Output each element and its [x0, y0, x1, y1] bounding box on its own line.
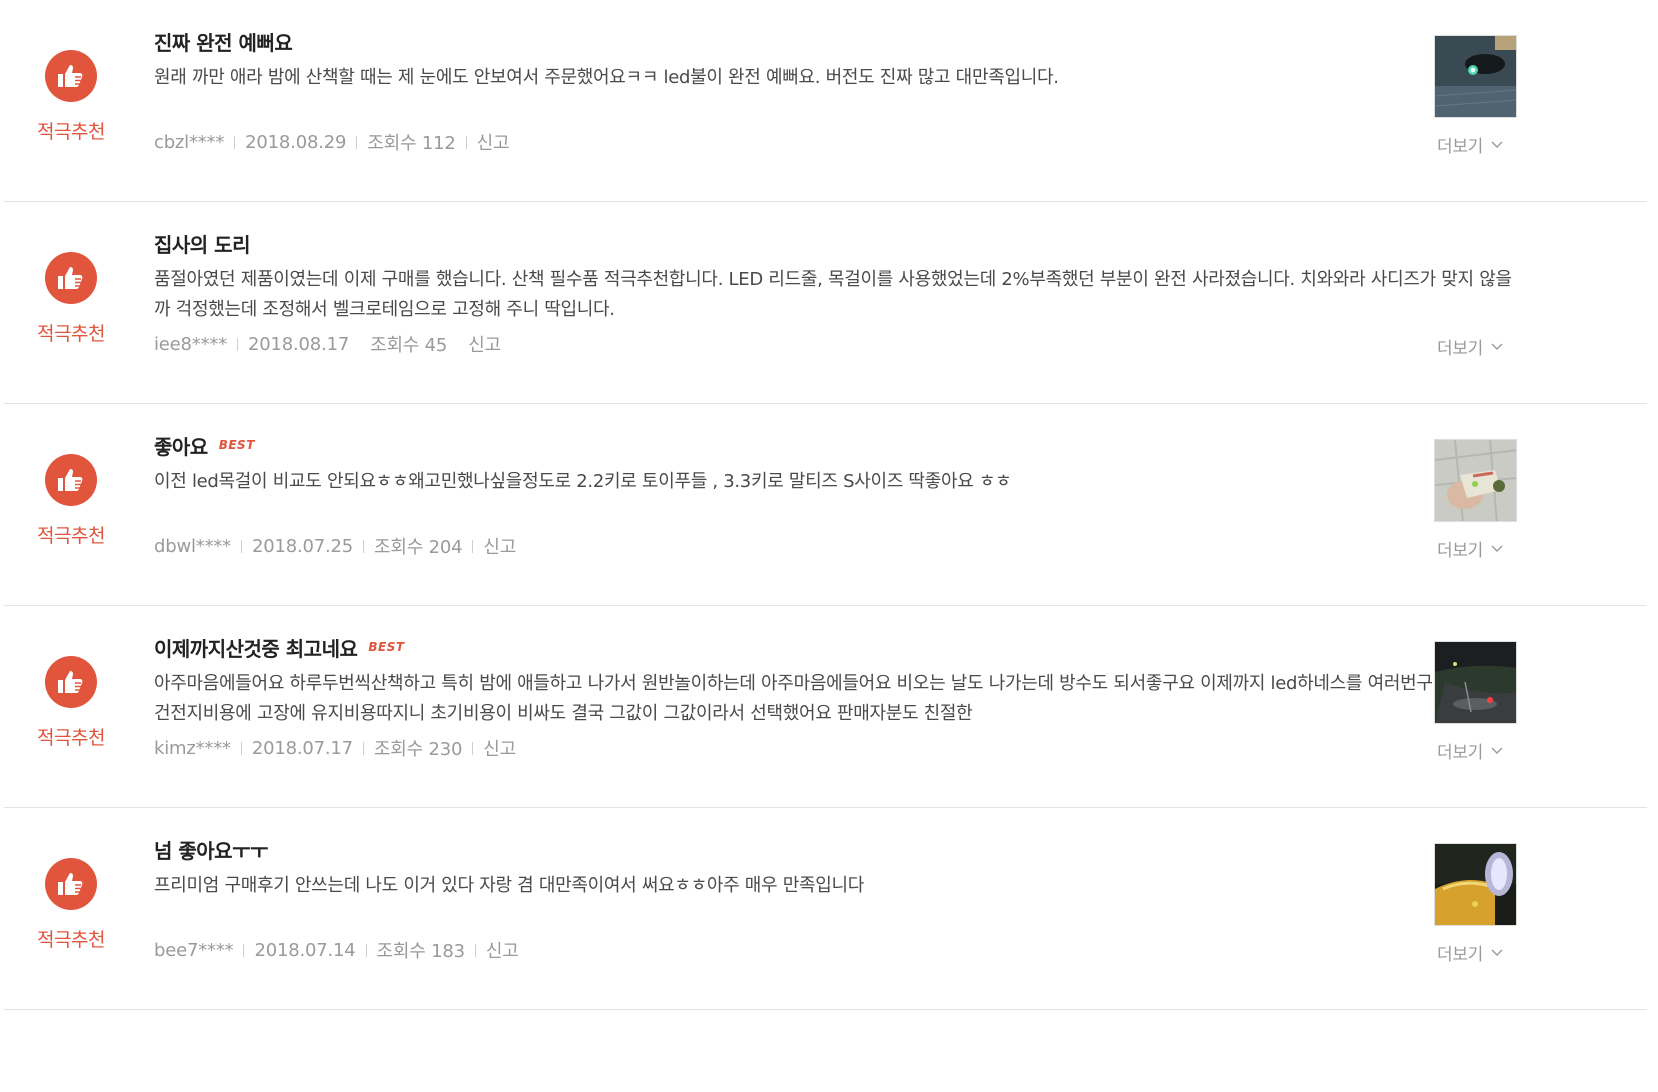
divider [365, 943, 367, 957]
review-title[interactable]: 집사의 도리 [154, 229, 250, 258]
review-meta: dbwl**** 2018.07.25 조회수 204 신고 [154, 531, 1514, 561]
reviewer-id: kimz**** [154, 737, 231, 759]
divider [237, 337, 239, 351]
review-meta: iee8**** 2018.08.17 조회수 45 신고 [154, 329, 1514, 359]
divider [472, 539, 474, 553]
recommend-badge: 적극추천 [36, 50, 106, 144]
thumbs-up-icon [45, 252, 97, 304]
review-date: 2018.08.29 [245, 131, 347, 153]
review-body[interactable]: 품절아였던 제품이였는데 이제 구매를 했습니다. 산책 필수품 적극추천합니다… [154, 265, 1514, 325]
report-link[interactable]: 신고 [483, 735, 516, 761]
review-meta: kimz**** 2018.07.17 조회수 230 신고 [154, 733, 1514, 763]
review-date: 2018.07.17 [251, 737, 353, 759]
badge-label: 적극추천 [37, 525, 105, 547]
view-count: 조회수 230 [373, 739, 463, 760]
more-label: 더보기 [1437, 541, 1484, 561]
review-content: 집사의 도리 품절아였던 제품이였는데 이제 구매를 했습니다. 산책 필수품 … [154, 228, 1514, 359]
more-button[interactable]: 더보기 [1437, 334, 1503, 359]
divider [356, 135, 358, 149]
review-photo-thumbnail[interactable] [1434, 439, 1517, 522]
review-item: 적극추천 좋아요 BEST 이전 led목걸이 비교도 안되요ㅎㅎ왜고민했나싶을… [4, 404, 1647, 606]
recommend-badge: 적극추천 [36, 858, 106, 952]
review-photo-thumbnail[interactable] [1434, 35, 1517, 118]
chevron-down-icon [1491, 747, 1503, 754]
review-photo-thumbnail[interactable] [1434, 843, 1517, 926]
review-title[interactable]: 진짜 완전 예뻐요 [154, 27, 293, 56]
review-item: 적극추천 진짜 완전 예뻐요 원래 까만 애라 밤에 산책할 때는 제 눈에도 … [4, 0, 1647, 202]
badge-label: 적극추천 [37, 323, 105, 345]
review-title[interactable]: 이제까지산것중 최고네요 [154, 633, 358, 662]
more-label: 더보기 [1437, 137, 1484, 157]
divider [465, 135, 467, 149]
chevron-down-icon [1491, 949, 1503, 956]
reviewer-id: iee8**** [154, 333, 228, 355]
chevron-down-icon [1491, 343, 1503, 350]
thumbs-up-icon [45, 50, 97, 102]
review-body[interactable]: 아주마음에들어요 하루두번씩산책하고 특히 밤에 애들하고 나가서 원반놀이하는… [154, 669, 1514, 729]
more-button[interactable]: 더보기 [1437, 940, 1503, 965]
review-photo-thumbnail[interactable] [1434, 641, 1517, 724]
view-count: 조회수 45 [370, 335, 448, 356]
divider [472, 741, 474, 755]
recommend-badge: 적극추천 [36, 656, 106, 750]
divider [363, 539, 365, 553]
divider [474, 943, 476, 957]
recommend-badge: 적극추천 [36, 454, 106, 548]
divider [243, 943, 245, 957]
chevron-down-icon [1491, 141, 1503, 148]
more-button[interactable]: 더보기 [1437, 536, 1503, 561]
review-meta: bee7**** 2018.07.14 조회수 183 신고 [154, 935, 1514, 965]
review-item: 적극추천 이제까지산것중 최고네요 BEST 아주마음에들어요 하루두번씩산책하… [4, 606, 1647, 808]
more-label: 더보기 [1437, 339, 1484, 359]
thumbs-up-icon [45, 858, 97, 910]
badge-label: 적극추천 [37, 929, 105, 951]
review-body[interactable]: 원래 까만 애라 밤에 산책할 때는 제 눈에도 안보여서 주문했어요ㅋㅋ le… [154, 63, 1514, 123]
report-link[interactable]: 신고 [468, 331, 501, 357]
more-button[interactable]: 더보기 [1437, 738, 1503, 763]
review-meta: cbzl**** 2018.08.29 조회수 112 신고 [154, 127, 1514, 157]
view-count: 조회수 204 [374, 537, 463, 558]
review-item: 적극추천 집사의 도리 품절아였던 제품이였는데 이제 구매를 했습니다. 산책… [4, 202, 1647, 404]
review-date: 2018.07.14 [254, 939, 356, 961]
review-date: 2018.07.25 [251, 535, 354, 557]
divider [240, 539, 242, 553]
best-badge: BEST [218, 438, 255, 452]
view-count: 조회수 112 [367, 133, 456, 154]
more-label: 더보기 [1437, 945, 1484, 965]
more-label: 더보기 [1437, 743, 1484, 763]
divider [240, 741, 242, 755]
chevron-down-icon [1491, 545, 1503, 552]
review-title[interactable]: 좋아요 [154, 431, 208, 460]
reviewer-id: cbzl**** [154, 131, 225, 153]
review-content: 이제까지산것중 최고네요 BEST 아주마음에들어요 하루두번씩산책하고 특히 … [154, 632, 1514, 763]
review-body[interactable]: 프리미엄 구매후기 안쓰는데 나도 이거 있다 자랑 겸 대만족이여서 써요ㅎㅎ… [154, 871, 1514, 931]
report-link[interactable]: 신고 [483, 533, 516, 559]
best-badge: BEST [368, 640, 405, 654]
recommend-badge: 적극추천 [36, 252, 106, 346]
report-link[interactable]: 신고 [477, 129, 510, 155]
review-item: 적극추천 넘 좋아요ㅜㅜ 프리미엄 구매후기 안쓰는데 나도 이거 있다 자랑 … [4, 808, 1647, 1010]
report-link[interactable]: 신고 [486, 937, 519, 963]
view-count: 조회수 183 [376, 941, 466, 962]
review-body[interactable]: 이전 led목걸이 비교도 안되요ㅎㅎ왜고민했나싶을정도로 2.2키로 토이푸들… [154, 467, 1514, 527]
thumbs-up-icon [45, 454, 97, 506]
review-content: 넘 좋아요ㅜㅜ 프리미엄 구매후기 안쓰는데 나도 이거 있다 자랑 겸 대만족… [154, 834, 1514, 965]
badge-label: 적극추천 [37, 121, 105, 143]
thumbs-up-icon [45, 656, 97, 708]
review-content: 진짜 완전 예뻐요 원래 까만 애라 밤에 산책할 때는 제 눈에도 안보여서 … [154, 26, 1514, 157]
badge-label: 적극추천 [37, 727, 105, 749]
divider [234, 135, 236, 149]
reviewer-id: dbwl**** [154, 535, 231, 557]
divider [362, 741, 364, 755]
reviewer-id: bee7**** [154, 939, 234, 961]
review-content: 좋아요 BEST 이전 led목걸이 비교도 안되요ㅎㅎ왜고민했나싶을정도로 2… [154, 430, 1514, 561]
review-date: 2018.08.17 [248, 333, 350, 355]
more-button[interactable]: 더보기 [1437, 132, 1503, 157]
review-title[interactable]: 넘 좋아요ㅜㅜ [154, 835, 268, 864]
